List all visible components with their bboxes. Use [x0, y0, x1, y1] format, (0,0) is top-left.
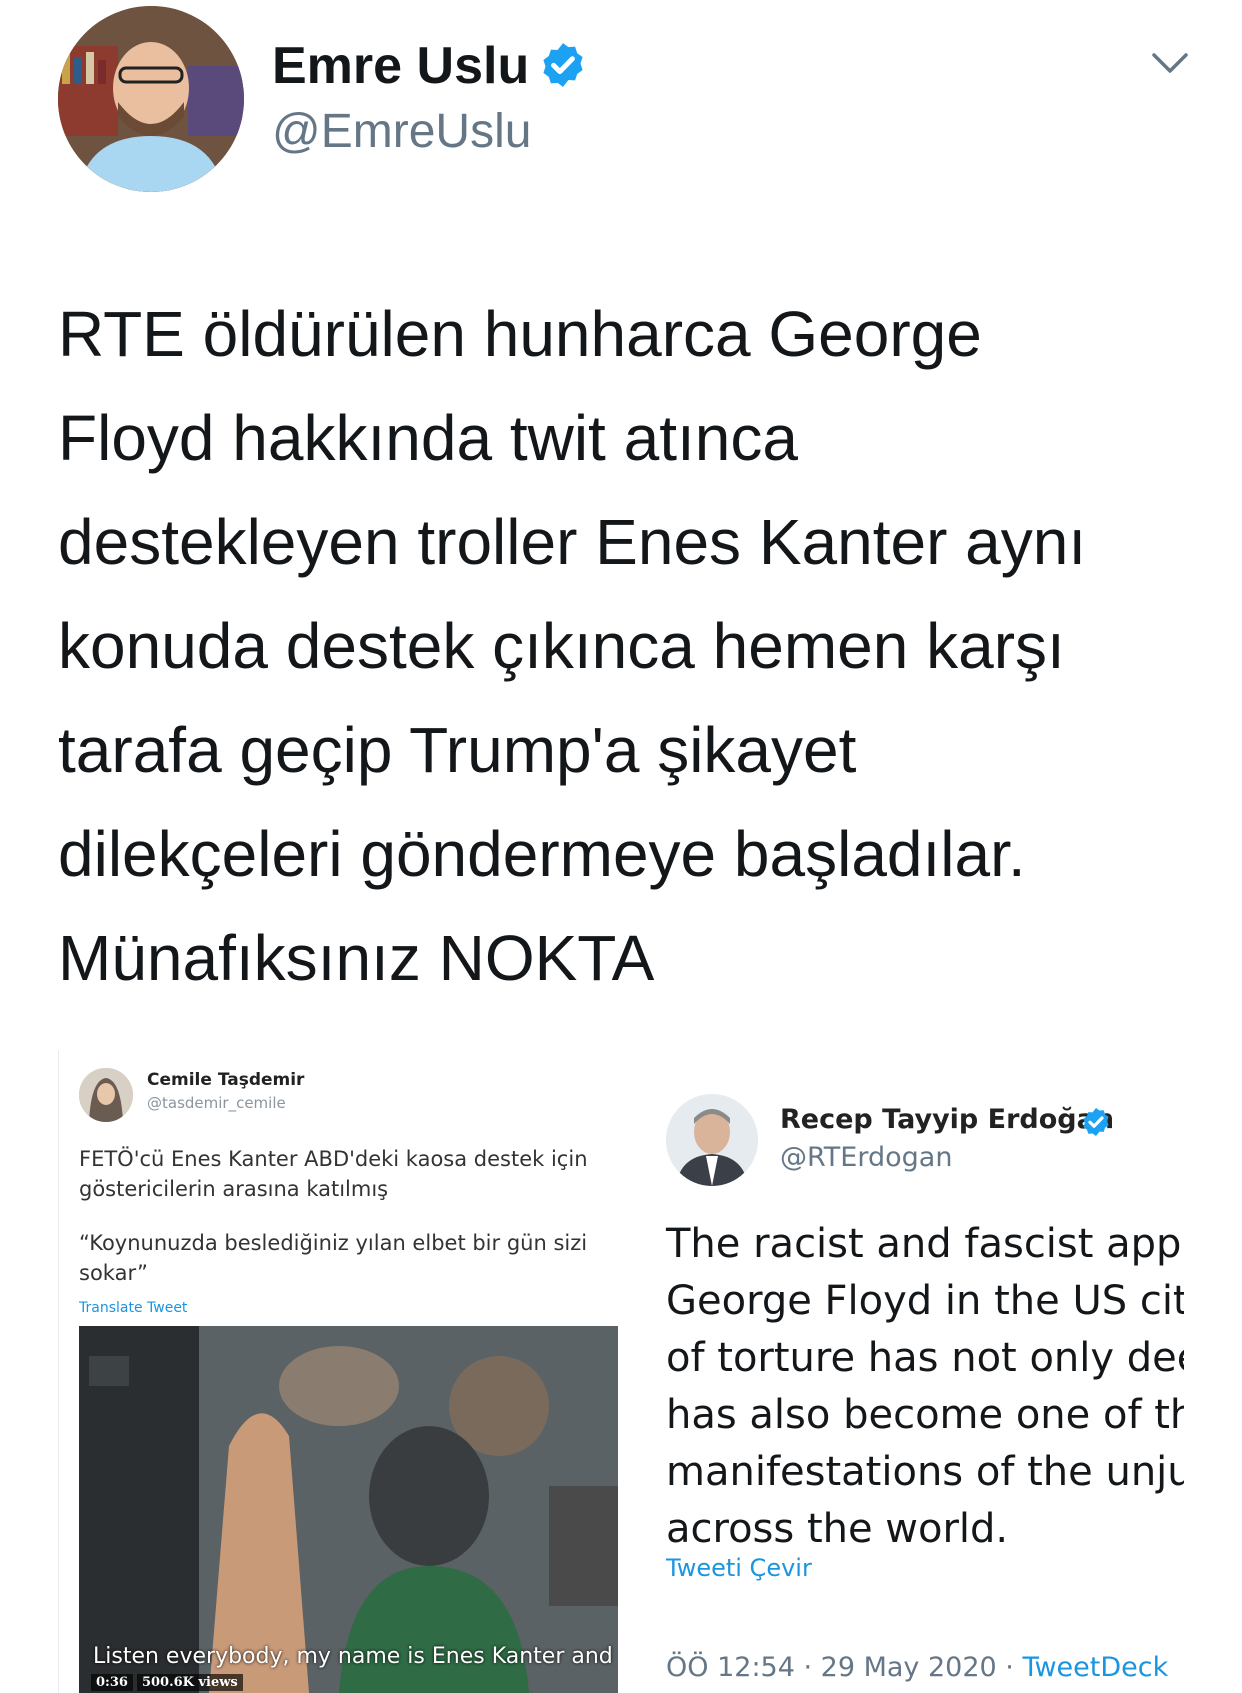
verified-badge-icon	[543, 43, 583, 87]
video-views: 500.6K views	[136, 1674, 243, 1691]
tweet-text-line: dilekçeleri göndermeye başladılar.	[58, 818, 1026, 890]
embedded-avatar-photo	[666, 1094, 758, 1186]
tweet-text-line: destekleyen troller Enes Kanter aynı	[58, 506, 1087, 578]
tweet-text: RTE öldürülen hunharca George Floyd hakk…	[58, 282, 1208, 1010]
embedded-author-name: Recep Tayyip Erdoğan	[780, 1104, 1115, 1135]
author-name[interactable]: Emre Uslu	[272, 36, 529, 96]
embedded-text-line: göstericilerin arasına katılmış	[79, 1177, 389, 1201]
embedded-avatar	[79, 1068, 133, 1122]
embedded-timestamp: ÖÖ 12:54 · 29 May 2020 · TweetDeck	[666, 1652, 1168, 1683]
tweet-text-line: RTE öldürülen hunharca George	[58, 298, 982, 370]
embedded-translate-link: Translate Tweet	[79, 1300, 188, 1316]
video-duration: 0:36	[91, 1674, 133, 1691]
avatar-photo	[58, 6, 244, 192]
embedded-author-handle: @RTErdogan	[780, 1142, 953, 1173]
embedded-text-line: across the world.	[666, 1506, 1009, 1552]
embedded-text-line: manifestations of the unjust order we op…	[666, 1449, 1184, 1495]
embedded-quote-line: “Koynunuzda beslediğiniz yılan elbet bir…	[79, 1231, 588, 1255]
embedded-video: Listen everybody, my name is Enes Kanter…	[79, 1326, 618, 1693]
media-image-right[interactable]: Recep Tayyip Erdoğan @RTErdogan The raci…	[624, 1050, 1184, 1693]
chevron-down-icon[interactable]	[1148, 46, 1192, 80]
embedded-tweet-text: The racist and fascist approach that kil…	[666, 1216, 1184, 1558]
tweet-text-line: Floyd hakkında twit atınca	[58, 402, 798, 474]
video-caption: Listen everybody, my name is Enes Kanter…	[93, 1644, 618, 1669]
embedded-tweet-text: FETÖ'cü Enes Kanter ABD'deki kaosa deste…	[79, 1144, 618, 1204]
embedded-text-line: George Floyd in the US city of Minneapol…	[666, 1278, 1184, 1324]
embedded-quote: “Koynunuzda beslediğiniz yılan elbet bir…	[79, 1228, 618, 1288]
media-image-left[interactable]: Cemile Taşdemir @tasdemir_cemile FETÖ'cü…	[58, 1050, 618, 1693]
embedded-avatar-photo	[79, 1068, 133, 1122]
embedded-text-line: FETÖ'cü Enes Kanter ABD'deki kaosa deste…	[79, 1147, 588, 1171]
embedded-text-line: The racist and fascist approach that kil…	[666, 1221, 1184, 1267]
video-meta: 0:36 500.6K views	[91, 1674, 243, 1691]
embedded-text-line: has also become one of the most painful	[666, 1392, 1184, 1438]
author-handle[interactable]: @EmreUslu	[272, 104, 531, 159]
tweet-text-line: Münafıksınız NOKTA	[58, 922, 655, 994]
tweet-text-line: konuda destek çıkınca hemen karşı	[58, 610, 1065, 682]
tweet-media[interactable]: Cemile Taşdemir @tasdemir_cemile FETÖ'cü…	[58, 1050, 1184, 1693]
embedded-author-name: Cemile Taşdemir	[147, 1070, 305, 1090]
video-frame	[79, 1326, 618, 1693]
embedded-author-handle: @tasdemir_cemile	[147, 1094, 286, 1112]
source-label: TweetDeck	[1022, 1652, 1169, 1683]
tweet-text-line: tarafa geçip Trump'a şikayet	[58, 714, 857, 786]
embedded-quote-line: sokar”	[79, 1261, 148, 1285]
verified-badge-icon	[1083, 1108, 1109, 1136]
timestamp-text: ÖÖ 12:54 · 29 May 2020 ·	[666, 1652, 1023, 1683]
embedded-text-line: of torture has not only deeply saddened …	[666, 1335, 1184, 1381]
author-avatar[interactable]	[58, 6, 244, 192]
embedded-translate-link: Tweeti Çevir	[666, 1554, 812, 1582]
embedded-avatar	[666, 1094, 758, 1186]
